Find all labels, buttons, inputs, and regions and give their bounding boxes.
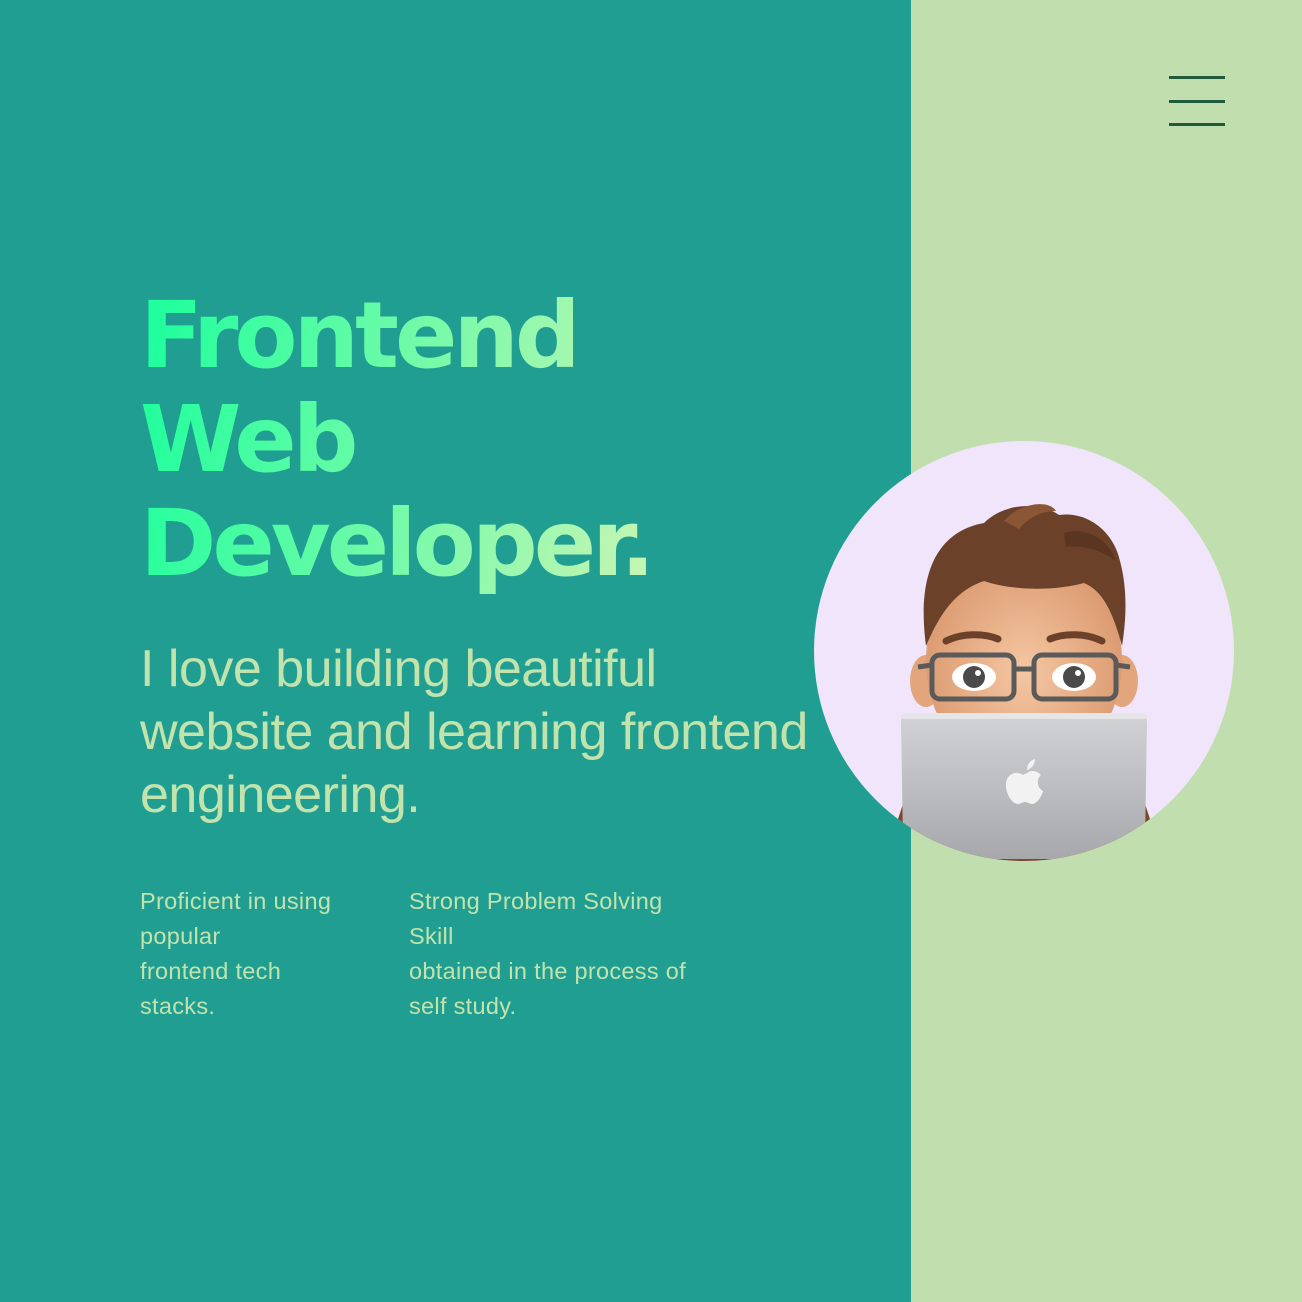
headline-line-2: Web (140, 386, 355, 493)
avatar (814, 441, 1234, 861)
feature-line: Strong Problem Solving (409, 888, 663, 914)
feature-line: Proficient in using (140, 888, 332, 914)
feature-line: frontend tech (140, 958, 282, 984)
hamburger-menu-icon[interactable] (1164, 70, 1230, 132)
feature-problem-solving: Strong Problem Solving Skill obtained in… (409, 884, 739, 1024)
hero-tagline: I love building beautiful website and le… (140, 640, 808, 824)
feature-line: popular (140, 923, 221, 949)
hero-headline: Frontend Web Developer. (140, 284, 651, 596)
menu-line (1169, 76, 1225, 79)
memoji-avatar-icon (884, 504, 1164, 861)
feature-tech-stacks: Proficient in using popular frontend tec… (140, 884, 390, 1024)
menu-line (1169, 123, 1225, 126)
headline-line-3: Developer. (140, 490, 652, 597)
feature-line: stacks. (140, 993, 216, 1019)
feature-line: self study. (409, 993, 517, 1019)
menu-line (1169, 100, 1225, 103)
feature-line: obtained in the process of (409, 958, 686, 984)
feature-line: Skill (409, 923, 454, 949)
headline-line-1: Frontend (140, 282, 577, 389)
